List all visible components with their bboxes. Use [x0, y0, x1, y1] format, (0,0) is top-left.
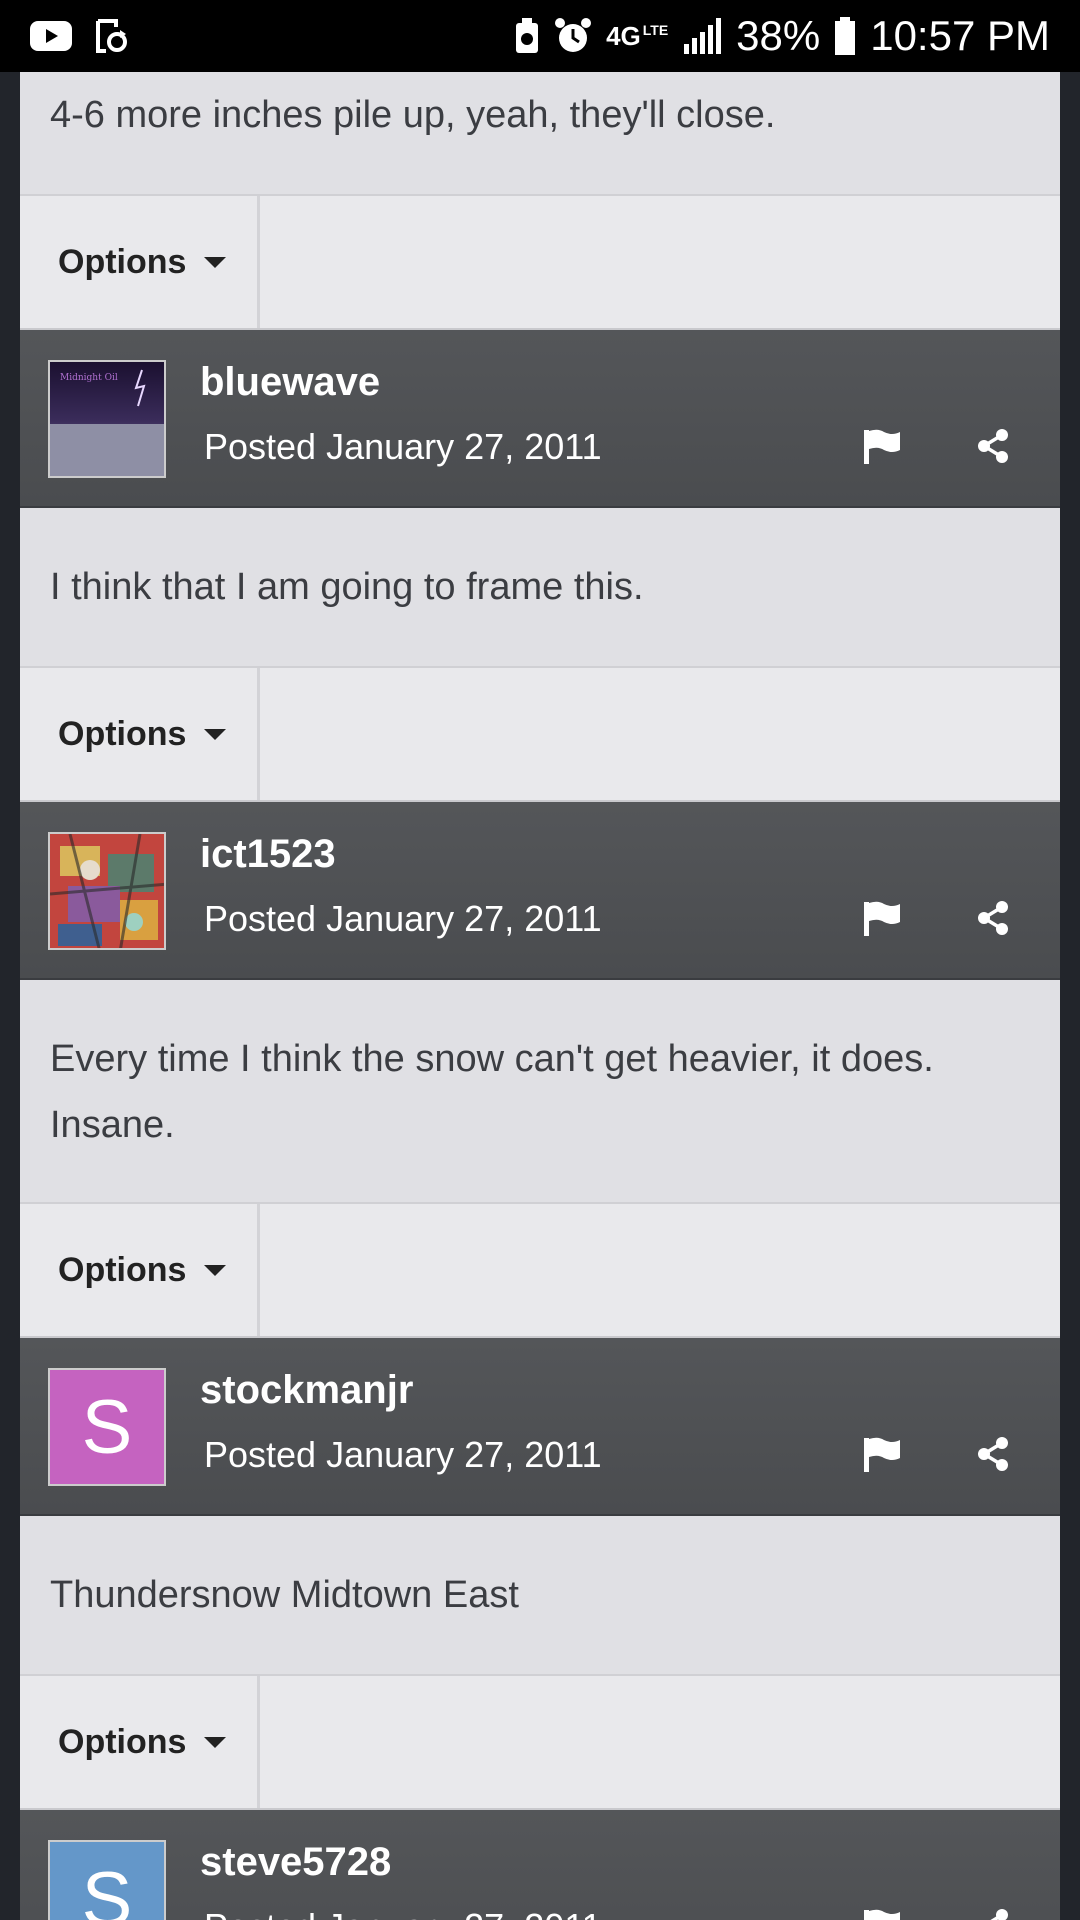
post-text: I think that I am going to frame this.: [50, 566, 644, 608]
avatar-image: Midnight Oil: [50, 362, 164, 476]
flag-icon[interactable]: [862, 1436, 902, 1477]
signal-icon: [682, 18, 722, 54]
caret-down-icon: [204, 1736, 227, 1748]
post-date: Posted January 27, 2011: [204, 898, 602, 939]
caret-down-icon: [204, 728, 227, 740]
author-name[interactable]: stockmanjr: [200, 1368, 413, 1413]
flag-icon[interactable]: [862, 1908, 902, 1920]
author-name[interactable]: ict1523: [200, 832, 336, 877]
post-header: Midnight Oil bluewave Posted January 27,…: [20, 330, 1060, 508]
battery-saver-icon: [514, 17, 540, 55]
post-text: Thundersnow Midtown East: [50, 1574, 519, 1616]
flag-icon[interactable]: [862, 900, 902, 941]
svg-text:Midnight Oil: Midnight Oil: [60, 373, 118, 383]
youtube-icon: [30, 21, 72, 51]
flag-icon[interactable]: [862, 428, 902, 469]
battery-icon: [834, 17, 856, 55]
caret-down-icon: [204, 1264, 227, 1276]
share-icon[interactable]: [976, 1908, 1010, 1920]
author-name[interactable]: steve5728: [200, 1840, 391, 1885]
options-button[interactable]: Options: [20, 1204, 260, 1336]
avatar[interactable]: Midnight Oil: [48, 360, 166, 478]
clock: 10:57 PM: [870, 12, 1050, 59]
post-text: 4-6 more inches pile up, yeah, they'll c…: [50, 94, 776, 136]
alarm-icon: [554, 17, 592, 55]
options-button[interactable]: Options: [20, 668, 260, 800]
post-date: Posted January 27, 2011: [204, 1434, 602, 1475]
author-name[interactable]: bluewave: [200, 360, 380, 405]
post-text-line: Insane.: [50, 1104, 175, 1146]
avatar-letter: S: [81, 1856, 133, 1920]
post-content: Every time I think the snow can't get he…: [20, 980, 1060, 1204]
caret-down-icon: [204, 256, 227, 268]
post-header: ict1523 Posted January 27, 2011: [20, 802, 1060, 980]
post-content: 4-6 more inches pile up, yeah, they'll c…: [20, 72, 1060, 196]
network-type: 4G LTE: [606, 21, 669, 51]
post-footer: Options: [20, 668, 1060, 802]
forum-thread: 4-6 more inches pile up, yeah, they'll c…: [0, 72, 1080, 1920]
post-footer: Options: [20, 1676, 1060, 1810]
post-header: S steve5728 Posted January 27, 2011: [20, 1810, 1060, 1920]
post-content: I think that I am going to frame this.: [20, 508, 1060, 668]
post-date: Posted January 27, 2011: [204, 1906, 602, 1920]
options-label: Options: [58, 242, 187, 281]
share-icon[interactable]: [976, 428, 1010, 469]
post-content: Thundersnow Midtown East: [20, 1516, 1060, 1676]
post-footer: Options: [20, 1204, 1060, 1338]
post-footer: Options: [20, 196, 1060, 330]
status-bar: 4G LTE 38% 10:57 PM: [0, 0, 1080, 72]
post-text-line: Every time I think the snow can't get he…: [50, 1038, 934, 1080]
options-button[interactable]: Options: [20, 1676, 260, 1808]
avatar[interactable]: S: [48, 1368, 166, 1486]
avatar-letter: S: [81, 1384, 133, 1470]
options-label: Options: [58, 1250, 187, 1289]
post-list: 4-6 more inches pile up, yeah, they'll c…: [20, 72, 1060, 1920]
avatar[interactable]: S: [48, 1840, 166, 1920]
options-button[interactable]: Options: [20, 196, 260, 328]
battery-percent: 38%: [736, 12, 821, 59]
avatar-image: [50, 834, 164, 948]
options-label: Options: [58, 1722, 187, 1761]
post-header: S stockmanjr Posted January 27, 2011: [20, 1338, 1060, 1516]
sync-icon: [94, 17, 128, 55]
post-date: Posted January 27, 2011: [204, 426, 602, 467]
avatar[interactable]: [48, 832, 166, 950]
share-icon[interactable]: [976, 900, 1010, 941]
options-label: Options: [58, 714, 187, 753]
share-icon[interactable]: [976, 1436, 1010, 1477]
